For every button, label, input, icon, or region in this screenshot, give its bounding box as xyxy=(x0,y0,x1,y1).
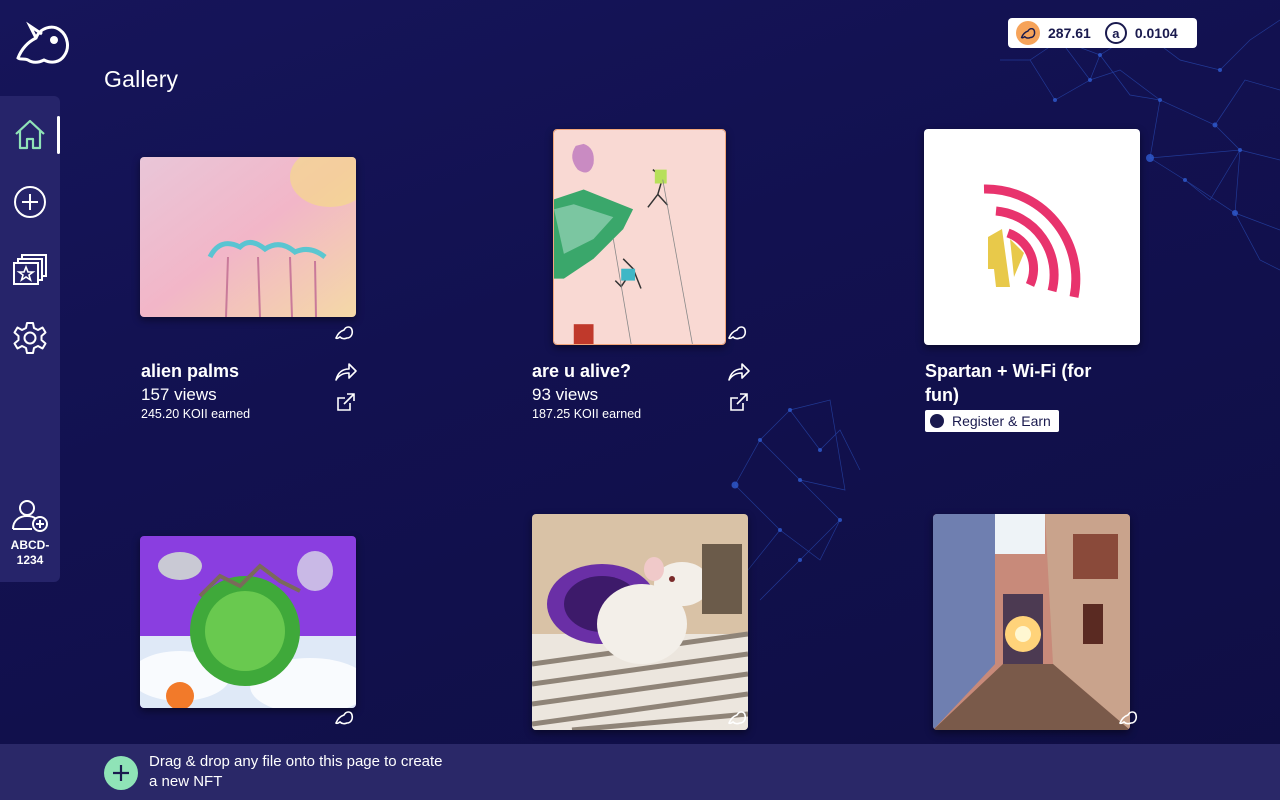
koii-nft-icon xyxy=(334,325,354,341)
nft-title[interactable]: are u alive? xyxy=(532,359,712,383)
nft-title[interactable]: alien palms xyxy=(141,359,321,383)
gear-icon xyxy=(13,322,47,354)
active-indicator xyxy=(57,116,60,154)
wallet-balance[interactable]: 287.61 a 0.0104 xyxy=(1008,18,1197,48)
account-id: ABCD- 1234 xyxy=(10,538,50,567)
koii-balance: 287.61 xyxy=(1048,25,1091,41)
arweave-coin-icon: a xyxy=(1104,22,1127,44)
plus-icon xyxy=(113,765,129,781)
nft-thumbnail-rat[interactable] xyxy=(532,514,748,730)
nft-thumbnail-alley[interactable] xyxy=(933,514,1130,730)
plus-circle-icon xyxy=(14,186,46,218)
koii-coin-icon xyxy=(1016,21,1040,45)
register-earn-label: Register & Earn xyxy=(952,413,1051,429)
nft-earned: 187.25 KOII earned xyxy=(532,407,642,421)
koii-nft-icon xyxy=(334,710,354,726)
sidebar-item-settings[interactable] xyxy=(10,318,50,358)
nft-views: 93 views xyxy=(532,385,599,404)
koii-nft-icon xyxy=(1118,710,1138,726)
ar-balance: 0.0104 xyxy=(1134,25,1178,41)
upload-footer: Drag & drop any file onto this page to c… xyxy=(0,744,1280,800)
page-title: Gallery xyxy=(104,66,179,92)
external-link-icon[interactable] xyxy=(727,391,751,413)
koii-logo-icon[interactable] xyxy=(14,20,72,66)
nft-title[interactable]: Spartan + Wi-Fi (for fun) xyxy=(925,359,1130,407)
external-link-icon[interactable] xyxy=(334,391,358,413)
collection-star-icon xyxy=(13,254,47,285)
add-user-icon xyxy=(12,500,48,532)
sidebar-item-home[interactable] xyxy=(10,114,50,154)
koii-nft-icon xyxy=(727,325,747,341)
nft-thumbnail-alien-palms[interactable] xyxy=(140,157,356,317)
nft-views: 157 views xyxy=(141,385,217,404)
drag-drop-hint: Drag & drop any file onto this page to c… xyxy=(149,753,443,790)
sidebar-item-collections[interactable] xyxy=(10,250,50,290)
nft-thumbnail-spartan-wifi[interactable] xyxy=(924,129,1140,345)
add-nft-button[interactable] xyxy=(104,756,138,790)
nft-thumbnail-planet[interactable] xyxy=(140,536,356,708)
koii-mini-icon xyxy=(930,414,944,428)
nft-thumbnail-are-u-alive[interactable] xyxy=(553,129,726,345)
share-icon[interactable] xyxy=(727,361,751,383)
register-earn-button[interactable]: Register & Earn xyxy=(925,410,1059,432)
sidebar: ABCD- 1234 xyxy=(0,96,60,582)
nft-earned: 245.20 KOII earned xyxy=(141,407,251,421)
home-icon xyxy=(15,119,45,150)
account-button[interactable]: ABCD- 1234 xyxy=(0,496,60,568)
sidebar-item-create[interactable] xyxy=(10,182,50,222)
share-icon[interactable] xyxy=(334,361,358,383)
koii-nft-icon xyxy=(727,710,747,726)
